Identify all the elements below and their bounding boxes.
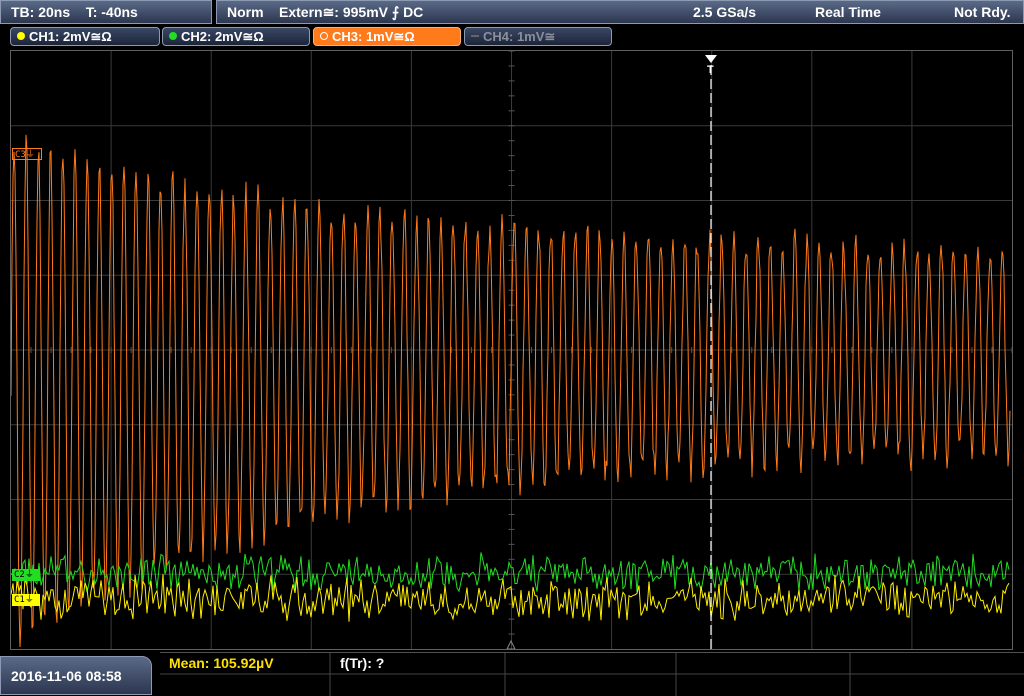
top-status-bar: TB: 20ns T: -40ns Norm Extern≅: 995mV ⨍ …: [0, 0, 1024, 24]
trigger-arrow-icon[interactable]: [705, 55, 717, 63]
waveform-display[interactable]: C3⏚ C2⏚ C1⏚ T: [10, 50, 1013, 650]
trigger-label: T: [707, 64, 714, 76]
trigger-panel[interactable]: Norm Extern≅: 995mV ⨍ DC 2.5 GSa/s Real …: [216, 0, 1024, 24]
channel-2-button[interactable]: CH2: 2mV≅Ω: [162, 27, 310, 46]
trigger-mode: Norm: [227, 4, 264, 20]
acquisition-mode: Real Time: [815, 4, 881, 20]
channel-1-label: CH1: 2mV≅Ω: [29, 29, 112, 44]
rise-frequency-measurement: f(Tr): ?: [340, 655, 385, 671]
channel-bar: CH1: 2mV≅Ω CH2: 2mV≅Ω CH3: 1mV≅Ω CH4: 1m…: [0, 26, 1024, 48]
timebase-value: TB: 20ns: [11, 4, 71, 20]
timebase-panel[interactable]: TB: 20ns T: -40ns: [0, 0, 212, 24]
trigger-time-value: T: -40ns: [85, 4, 138, 20]
channel-4-label: CH4: 1mV≅: [483, 29, 556, 44]
channel-3-dot-icon: [320, 32, 328, 40]
measurement-panel[interactable]: Mean: 105.92µV f(Tr): ?: [160, 652, 1024, 696]
channel-1-button[interactable]: CH1: 2mV≅Ω: [10, 27, 160, 46]
channel-2-marker[interactable]: C2⏚: [12, 569, 40, 581]
channel-3-button[interactable]: CH3: 1mV≅Ω: [313, 27, 461, 46]
trigger-source: Extern≅: 995mV ⨍ DC: [279, 4, 424, 20]
waveform-graticule: [11, 51, 1012, 649]
channel-1-marker[interactable]: C1⏚: [12, 594, 40, 606]
acquisition-status: Not Rdy.: [954, 4, 1011, 20]
channel-4-dot-icon: [471, 35, 479, 37]
channel-4-button[interactable]: CH4: 1mV≅: [464, 27, 612, 46]
timestamp: 2016-11-06 08:58: [0, 656, 152, 695]
channel-2-dot-icon: [169, 32, 177, 40]
sample-rate: 2.5 GSa/s: [693, 4, 757, 20]
channel-2-trace: [11, 552, 1010, 593]
mean-measurement: Mean: 105.92µV: [169, 655, 274, 671]
channel-1-trace: [11, 574, 1010, 622]
channel-3-label: CH3: 1mV≅Ω: [332, 29, 415, 44]
channel-1-dot-icon: [17, 32, 25, 40]
bottom-bar: 2016-11-06 08:58 Mean: 105.92µV f(Tr): ?: [0, 652, 1024, 696]
channel-2-label: CH2: 2mV≅Ω: [181, 29, 264, 44]
channel-3-marker[interactable]: C3⏚: [12, 148, 42, 160]
measurement-grid: [160, 653, 1024, 696]
